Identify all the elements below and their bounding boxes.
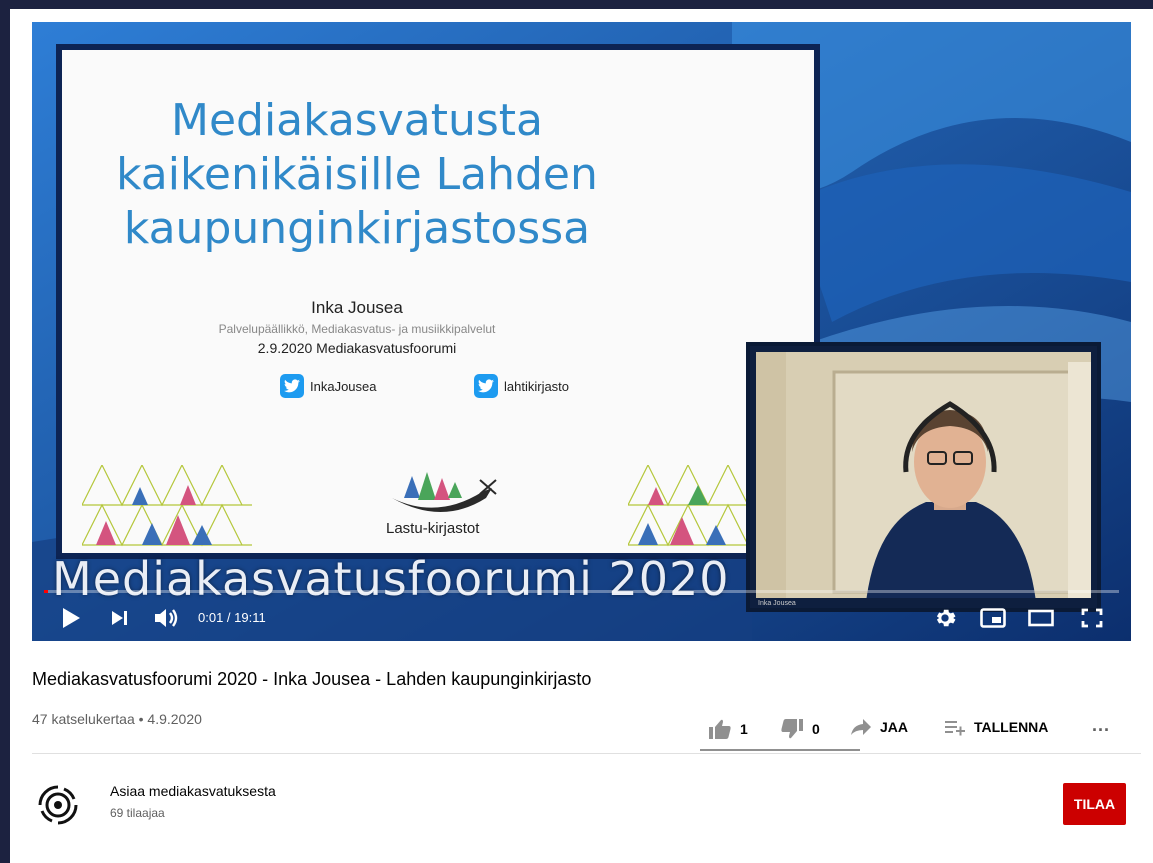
play-button[interactable] [56,605,86,631]
slide-logo-text: Lastu-kirjastot [386,520,480,537]
slide-title: Mediakasvatusta kaikenikäisille Lahden k… [62,94,652,256]
channel-name[interactable]: Asiaa mediakasvatuksesta [110,783,276,799]
playlist-add-icon [945,721,965,736]
slide-title-line: Mediakasvatusta [170,95,544,146]
sentiment-bar [700,749,860,751]
share-icon [851,719,871,735]
slide-title-line: kaupunginkirjastossa [123,203,591,254]
webcam-view: Inka Jousea [746,342,1101,612]
subscriber-count: 69 tilaajaa [110,806,165,820]
save-label: TALLENNA [974,719,1049,735]
progress-bar[interactable] [44,590,1119,593]
like-button[interactable]: 1 [708,718,748,740]
share-label: JAA [880,719,909,735]
time-display: 0:01 / 19:11 [198,610,266,625]
channel-avatar[interactable] [34,781,82,829]
miniplayer-button[interactable] [978,605,1008,631]
twitter-icon [280,374,304,398]
fullscreen-button[interactable] [1078,605,1106,631]
volume-button[interactable] [150,605,184,631]
save-button[interactable]: TALLENNA [944,718,1048,736]
theater-mode-button[interactable] [1026,605,1056,631]
like-count: 1 [740,721,748,737]
speaker-image [756,352,1091,598]
divider [32,753,1141,754]
video-title: Mediakasvatusfoorumi 2020 - Inka Jousea … [32,669,592,689]
player-controls: 0:01 / 19:11 [32,596,1131,640]
slide-title-line: kaikenikäisille Lahden [116,149,598,200]
progress-fill [44,590,49,593]
theater-icon [1028,609,1054,627]
video-player[interactable]: Mediakasvatusta kaikenikäisille Lahden k… [32,22,1131,641]
more-actions-button[interactable]: ... [1092,715,1110,736]
more-icon: ... [1092,715,1111,735]
subscribe-button[interactable]: TILAA [1063,783,1126,825]
gear-icon [936,609,956,627]
view-count-date: 47 katselukertaa • 4.9.2020 [32,711,202,727]
dislike-button[interactable]: 0 [780,718,820,740]
triangle-pattern-left [82,465,252,547]
twitter-icon [474,374,498,398]
miniplayer-icon [980,608,1006,628]
next-button[interactable] [106,605,134,631]
slide-date: 2.9.2020 Mediakasvatusfoorumi [257,340,457,356]
slide-speaker: Inka Jousea [311,298,403,317]
webcam-image [756,352,1091,598]
volume-icon [155,609,178,627]
next-icon [112,611,127,625]
presentation-slide: Mediakasvatusta kaikenikäisille Lahden k… [62,50,814,553]
thumbs-up-icon [709,719,731,739]
fullscreen-icon [1081,608,1103,628]
slide-twitter-2: lahtikirjasto [474,374,569,398]
dislike-count: 0 [812,721,820,737]
triangle-pattern-right [628,465,748,547]
play-icon [63,608,80,628]
slide-role: Palvelupäällikkö, Mediakasvatus- ja musi… [218,322,496,336]
twitter-handle: lahtikirjasto [504,378,570,394]
slide-twitter-1: InkaJousea [280,374,377,398]
lastu-logo [392,472,497,512]
thumbs-down-icon [781,719,803,739]
twitter-handle: InkaJousea [310,378,377,394]
settings-button[interactable] [932,605,958,631]
share-button[interactable]: JAA [850,718,908,736]
